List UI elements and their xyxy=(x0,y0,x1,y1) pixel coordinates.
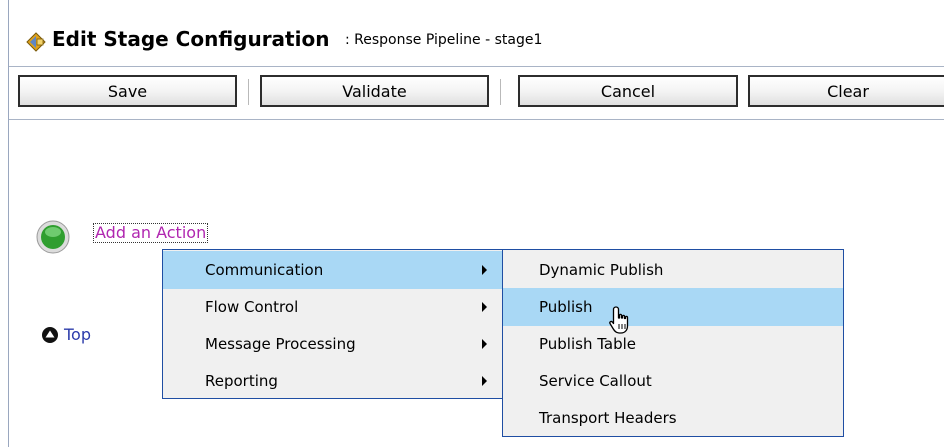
submenu-item-label: Transport Headers xyxy=(539,409,677,427)
save-button[interactable]: Save xyxy=(18,75,237,107)
menu-item-label: Reporting xyxy=(205,372,278,390)
submenu-item-label: Dynamic Publish xyxy=(539,261,664,279)
submenu-arrow-icon xyxy=(482,302,487,312)
submenu-arrow-icon xyxy=(482,339,487,349)
menu-item-communication[interactable]: Communication xyxy=(163,251,503,289)
submenu-item-label: Publish Table xyxy=(539,335,637,353)
green-circle-icon xyxy=(36,220,70,254)
title-bar: Edit Stage Configuration : Response Pipe… xyxy=(9,0,944,67)
menu-item-reporting[interactable]: Reporting xyxy=(163,362,503,400)
menu-item-label: Flow Control xyxy=(205,298,299,316)
top-link[interactable]: Top xyxy=(42,325,91,344)
submenu-item-transport-headers[interactable]: Transport Headers xyxy=(503,399,843,437)
page-subtitle: : Response Pipeline - stage1 xyxy=(345,32,543,48)
page-title: Edit Stage Configuration xyxy=(52,27,330,51)
toolbar-separator xyxy=(500,79,501,105)
submenu-item-dynamic-publish[interactable]: Dynamic Publish xyxy=(503,251,843,289)
menu-item-message-processing[interactable]: Message Processing xyxy=(163,325,503,363)
toolbar-separator xyxy=(248,79,249,105)
up-arrow-circle-icon xyxy=(42,326,58,343)
menu-item-label: Message Processing xyxy=(205,335,356,353)
submenu-arrow-icon xyxy=(482,265,487,275)
editor-panel: Edit Stage Configuration : Response Pipe… xyxy=(8,0,944,447)
action-category-menu: Communication Flow Control Message Proce… xyxy=(162,249,504,399)
submenu-item-publish[interactable]: Publish xyxy=(503,288,843,326)
clear-button[interactable]: Clear xyxy=(748,75,944,107)
submenu-arrow-icon xyxy=(482,376,487,386)
top-link-label: Top xyxy=(64,325,91,344)
menu-item-flow-control[interactable]: Flow Control xyxy=(163,288,503,326)
toolbar: Save Validate Cancel Clear xyxy=(9,67,944,120)
submenu-item-publish-table[interactable]: Publish Table xyxy=(503,325,843,363)
stage-config-icon xyxy=(26,32,46,52)
submenu-item-service-callout[interactable]: Service Callout xyxy=(503,362,843,400)
validate-button[interactable]: Validate xyxy=(260,75,489,107)
submenu-item-label: Service Callout xyxy=(539,372,652,390)
menu-item-label: Communication xyxy=(205,261,324,279)
cancel-button[interactable]: Cancel xyxy=(518,75,738,107)
communication-submenu: Dynamic Publish Publish Publish Table Se… xyxy=(502,249,844,437)
submenu-item-label: Publish xyxy=(539,298,593,316)
add-action-link[interactable]: Add an Action xyxy=(92,223,209,243)
hand-cursor-icon xyxy=(609,306,629,334)
